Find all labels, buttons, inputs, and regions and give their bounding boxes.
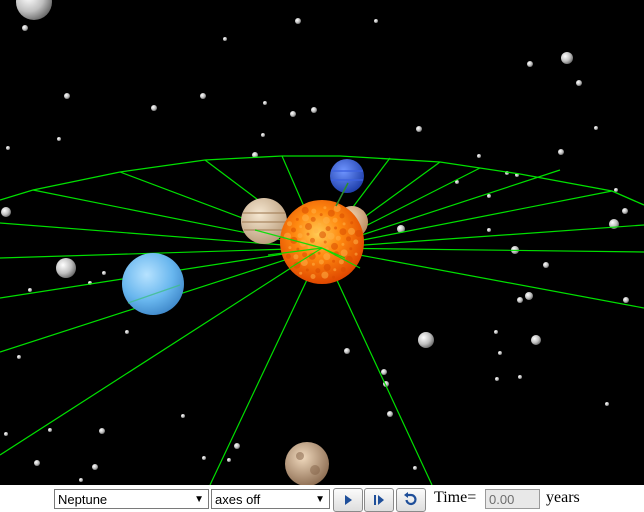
time-field[interactable] bbox=[485, 489, 540, 509]
planet-select-value: Neptune bbox=[58, 492, 108, 507]
planet-neptune bbox=[330, 159, 364, 193]
axes-select[interactable]: axes off ▼ bbox=[211, 489, 330, 509]
time-unit-label: years bbox=[546, 489, 580, 506]
planet-uranus bbox=[122, 253, 184, 315]
step-forward-button[interactable] bbox=[364, 488, 394, 512]
solar-system-view[interactable] bbox=[0, 0, 644, 485]
planet-pluto bbox=[285, 442, 329, 485]
scene-canvas bbox=[0, 0, 644, 485]
control-bar: Neptune ▼ axes off ▼ Time= years bbox=[0, 485, 644, 512]
reset-icon bbox=[404, 492, 417, 506]
axes-select-value: axes off bbox=[215, 492, 261, 507]
reset-button[interactable] bbox=[396, 488, 426, 512]
play-button[interactable] bbox=[333, 488, 363, 512]
sun bbox=[280, 200, 364, 284]
time-label: Time= bbox=[434, 489, 477, 506]
chevron-down-icon: ▼ bbox=[315, 494, 325, 505]
planet-select[interactable]: Neptune ▼ bbox=[54, 489, 209, 509]
step-forward-icon bbox=[374, 495, 384, 505]
chevron-down-icon: ▼ bbox=[194, 494, 204, 505]
play-icon bbox=[345, 495, 352, 505]
